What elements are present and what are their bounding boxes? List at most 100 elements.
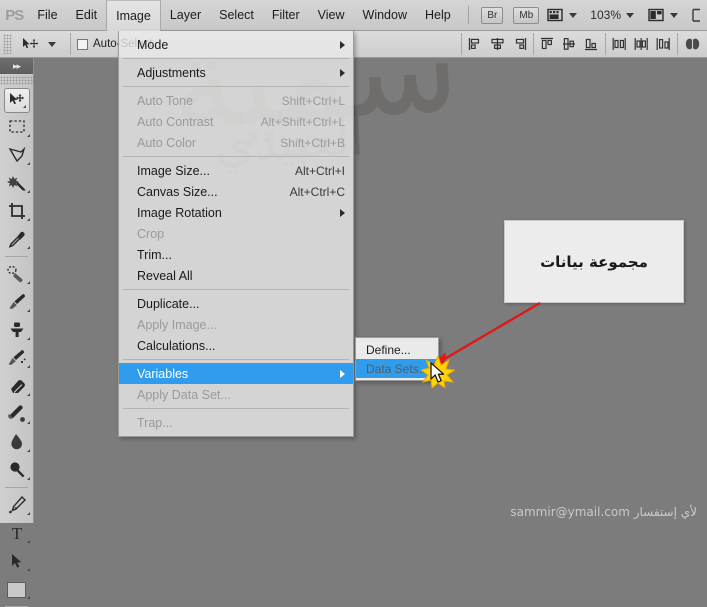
tool-flyout-corner	[27, 309, 30, 312]
distribute-vertical-centers-icon	[634, 38, 648, 50]
tool-flyout-corner	[22, 105, 26, 108]
svg-text:T: T	[11, 524, 22, 542]
menu-file[interactable]: File	[28, 0, 66, 31]
align-left-edges-icon	[468, 38, 480, 50]
menu-separator	[123, 156, 349, 157]
tool-rectangular-marquee-tool[interactable]	[0, 113, 33, 141]
launch-bridge-button[interactable]: Br	[481, 6, 504, 24]
menu-item-image-rotation[interactable]: Image Rotation	[119, 202, 353, 223]
menu-item-label: Variables	[137, 366, 189, 381]
brush-tool-icon	[8, 294, 25, 309]
menu-item-adjustments[interactable]: Adjustments	[119, 62, 353, 83]
tool-quick-selection-tool[interactable]	[0, 169, 33, 197]
tools-divider	[5, 256, 28, 257]
tools-panel-collapse-button[interactable]: ▸▸	[0, 58, 33, 74]
menu-item-shortcut: Alt+Ctrl+I	[294, 163, 345, 178]
align-top-edges-button[interactable]	[540, 37, 555, 51]
filmstrip-icon	[547, 8, 563, 21]
menu-view[interactable]: View	[309, 0, 354, 31]
menu-separator	[123, 408, 349, 409]
photoshop-window: ▸▸ T PS File Edit Image Layer Select Fil…	[0, 0, 707, 607]
menubar-divider	[467, 6, 469, 24]
tool-brush-tool[interactable]	[0, 288, 33, 316]
zoom-level-value[interactable]: 103%	[590, 8, 621, 22]
tools-panel-grip[interactable]	[0, 76, 33, 85]
path-selection-tool-icon	[11, 553, 21, 568]
menu-help[interactable]: Help	[416, 0, 460, 31]
tool-eyedropper-tool[interactable]	[0, 225, 33, 253]
options-divider	[533, 33, 534, 55]
tool-flyout-corner	[27, 393, 30, 396]
tool-horizontal-type-tool[interactable]: T	[0, 519, 33, 547]
menu-item-auto-color: Auto Color Shift+Ctrl+B	[119, 132, 353, 153]
tools-divider	[5, 487, 28, 488]
menu-layer[interactable]: Layer	[161, 0, 210, 31]
menu-filter[interactable]: Filter	[263, 0, 309, 31]
tool-flyout-corner	[27, 246, 30, 249]
align-horizontal-centers-icon	[491, 38, 504, 50]
menu-item-label: Crop	[137, 226, 165, 241]
tool-crop-tool[interactable]	[0, 197, 33, 225]
menu-item-image-size[interactable]: Image Size... Alt+Ctrl+I	[119, 160, 353, 181]
tool-blur-tool[interactable]	[0, 428, 33, 456]
tool-clone-stamp-tool[interactable]	[0, 316, 33, 344]
tool-pen-tool[interactable]	[0, 491, 33, 519]
tool-spot-healing-brush-tool[interactable]	[0, 260, 33, 288]
menu-window[interactable]: Window	[354, 0, 416, 31]
tool-rectangle-tool[interactable]	[0, 575, 33, 603]
menu-item-canvas-size[interactable]: Canvas Size... Alt+Ctrl+C	[119, 181, 353, 202]
current-tool-preset-button[interactable]	[16, 37, 64, 52]
tool-flyout-corner	[27, 337, 30, 340]
tool-flyout-corner	[27, 568, 30, 571]
distribute-top-edges-button[interactable]	[612, 37, 627, 51]
menu-item-label: Trap...	[137, 415, 173, 430]
menu-select[interactable]: Select	[210, 0, 263, 31]
tool-flyout-corner	[27, 190, 30, 193]
align-left-edges-button[interactable]	[468, 37, 483, 51]
menu-item-shortcut: Shift+Ctrl+B	[280, 135, 345, 150]
tool-history-brush-tool[interactable]	[0, 344, 33, 372]
tool-eraser-tool[interactable]	[0, 372, 33, 400]
align-right-edges-button[interactable]	[512, 37, 527, 51]
menu-image[interactable]: Image	[106, 0, 161, 31]
mouse-cursor-icon	[430, 362, 445, 383]
menu-item-duplicate[interactable]: Duplicate...	[119, 293, 353, 314]
menu-item-shortcut: Alt+Ctrl+C	[289, 184, 345, 199]
align-bottom-edges-icon	[585, 38, 597, 51]
auto-align-layers-button[interactable]	[684, 37, 701, 51]
tool-move-tool[interactable]	[3, 88, 30, 113]
zoom-chevron-down-icon[interactable]	[626, 12, 634, 18]
photoshop-logo-icon: PS	[5, 6, 24, 24]
options-bar-grip[interactable]	[3, 34, 12, 54]
menu-item-label: Auto Contrast	[137, 114, 214, 129]
view-extras-button[interactable]	[547, 8, 579, 23]
arrange-documents-icon	[648, 8, 664, 21]
tool-flyout-corner	[27, 596, 30, 599]
distribute-bottom-edges-button[interactable]	[656, 37, 671, 51]
launch-mini-bridge-button[interactable]: Mb	[513, 6, 540, 24]
submenu-arrow-icon	[340, 208, 345, 217]
screen-mode-button[interactable]	[691, 8, 704, 23]
distribute-vertical-centers-button[interactable]	[634, 37, 649, 51]
screen-mode-icon	[692, 8, 700, 22]
menu-item-mode[interactable]: Mode	[119, 34, 353, 55]
tool-flyout-corner	[27, 365, 30, 368]
tool-lasso-tool[interactable]	[0, 141, 33, 169]
tool-gradient-tool[interactable]	[0, 400, 33, 428]
tool-dodge-tool[interactable]	[0, 456, 33, 484]
align-top-edges-icon	[541, 37, 553, 50]
menu-item-reveal-all[interactable]: Reveal All	[119, 265, 353, 286]
tool-path-selection-tool[interactable]	[0, 547, 33, 575]
chevron-down-icon	[569, 12, 578, 18]
align-vertical-centers-button[interactable]	[562, 37, 577, 51]
menu-item-trim[interactable]: Trim...	[119, 244, 353, 265]
align-horizontal-centers-button[interactable]	[490, 37, 505, 51]
options-divider	[70, 33, 71, 55]
menu-item-variables[interactable]: Variables	[119, 363, 353, 384]
menu-item-crop: Crop	[119, 223, 353, 244]
align-bottom-edges-button[interactable]	[584, 37, 599, 51]
menu-item-calculations[interactable]: Calculations...	[119, 335, 353, 356]
menu-edit[interactable]: Edit	[67, 0, 107, 31]
arrange-documents-button[interactable]	[648, 8, 680, 23]
chevron-down-icon	[48, 41, 56, 47]
